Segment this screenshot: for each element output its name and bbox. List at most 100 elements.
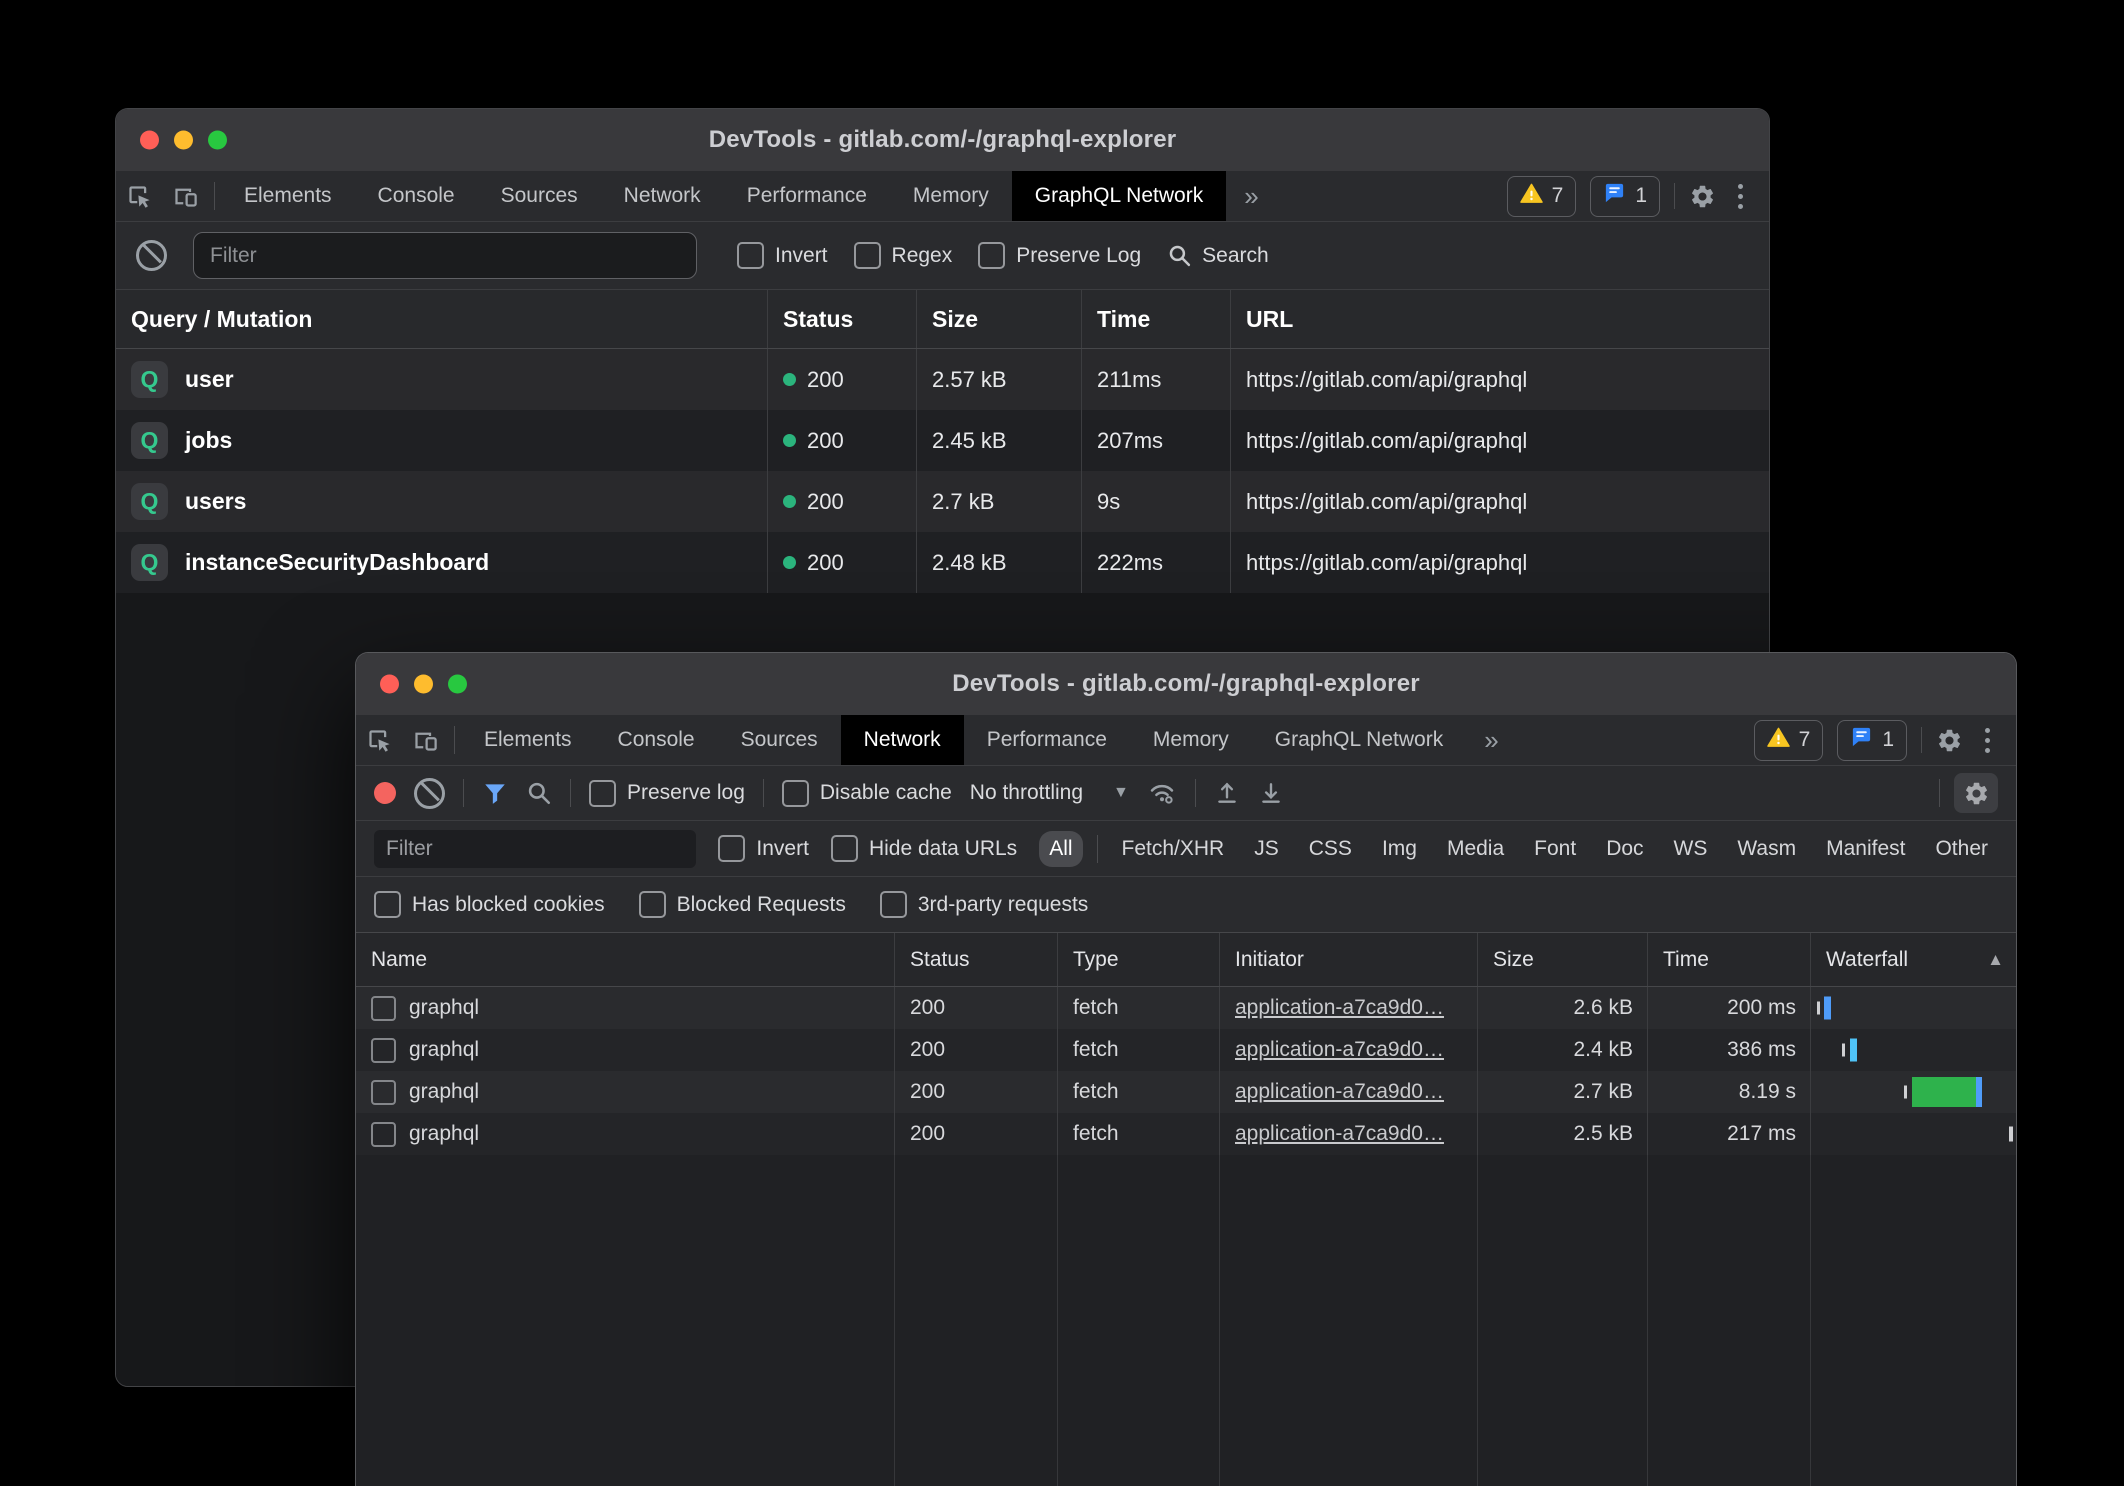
type-filter-font[interactable]: Font: [1524, 831, 1586, 867]
table-row[interactable]: graphql 200 fetch application-a7ca9d0… 2…: [356, 1113, 2016, 1155]
type-filter-media[interactable]: Media: [1437, 831, 1514, 867]
throttling-select[interactable]: No throttling ▼: [970, 781, 1129, 805]
invert-checkbox[interactable]: Invert: [718, 835, 809, 862]
table-row[interactable]: graphql 200 fetch application-a7ca9d0… 2…: [356, 1071, 2016, 1113]
device-toolbar-icon[interactable]: [162, 171, 208, 221]
initiator-link[interactable]: application-a7ca9d0…: [1235, 1122, 1444, 1146]
close-button[interactable]: [380, 675, 399, 694]
type-filter-other[interactable]: Other: [1925, 831, 1998, 867]
issues-badge[interactable]: 1: [1590, 176, 1660, 217]
table-row[interactable]: QinstanceSecurityDashboard 200 2.48 kB 2…: [116, 532, 1769, 593]
tab-elements[interactable]: Elements: [461, 715, 595, 765]
device-toolbar-icon[interactable]: [402, 715, 448, 765]
has-blocked-cookies-checkbox[interactable]: Has blocked cookies: [374, 891, 605, 918]
column-header-time[interactable]: Time: [1648, 933, 1811, 986]
type-filter-ws[interactable]: WS: [1664, 831, 1718, 867]
type-filter-fetch-xhr[interactable]: Fetch/XHR: [1112, 831, 1235, 867]
titlebar[interactable]: DevTools - gitlab.com/-/graphql-explorer: [356, 653, 2016, 715]
table-row[interactable]: Quser 200 2.57 kB 211ms https://gitlab.c…: [116, 349, 1769, 410]
clear-icon[interactable]: [414, 778, 445, 809]
initiator-link[interactable]: application-a7ca9d0…: [1235, 1080, 1444, 1104]
tab-console[interactable]: Console: [355, 171, 478, 221]
import-har-icon[interactable]: [1214, 780, 1240, 806]
type-filter-js[interactable]: JS: [1244, 831, 1289, 867]
export-har-icon[interactable]: [1258, 780, 1284, 806]
inspect-element-icon[interactable]: [356, 715, 402, 765]
table-row[interactable]: graphql 200 fetch application-a7ca9d0… 2…: [356, 987, 2016, 1029]
type-filter-css[interactable]: CSS: [1299, 831, 1362, 867]
column-header-initiator[interactable]: Initiator: [1220, 933, 1478, 986]
tab-graphql-network[interactable]: GraphQL Network: [1252, 715, 1466, 765]
initiator-link[interactable]: application-a7ca9d0…: [1235, 1038, 1444, 1062]
settings-gear-icon[interactable]: [1936, 727, 1963, 754]
column-header-type[interactable]: Type: [1058, 933, 1220, 986]
filter-input[interactable]: [374, 830, 696, 868]
column-header-size[interactable]: Size: [1478, 933, 1648, 986]
column-header-waterfall[interactable]: Waterfall ▲: [1811, 933, 2016, 986]
blocked-requests-checkbox[interactable]: Blocked Requests: [639, 891, 846, 918]
warnings-badge[interactable]: 7: [1507, 176, 1577, 217]
clear-icon[interactable]: [136, 240, 167, 271]
type-filter-manifest[interactable]: Manifest: [1816, 831, 1915, 867]
invert-checkbox[interactable]: Invert: [737, 242, 828, 269]
column-header-size[interactable]: Size: [917, 290, 1082, 348]
row-checkbox[interactable]: [371, 1080, 396, 1105]
inspect-element-icon[interactable]: [116, 171, 162, 221]
network-conditions-icon[interactable]: [1147, 778, 1177, 808]
initiator-link[interactable]: application-a7ca9d0…: [1235, 996, 1444, 1020]
tab-console[interactable]: Console: [595, 715, 718, 765]
tab-performance[interactable]: Performance: [724, 171, 890, 221]
filter-funnel-icon[interactable]: [482, 780, 508, 806]
type-filter-wasm[interactable]: Wasm: [1727, 831, 1806, 867]
column-header-status[interactable]: Status: [768, 290, 917, 348]
disable-cache-checkbox[interactable]: Disable cache: [782, 780, 952, 807]
tab-network[interactable]: Network: [841, 715, 964, 765]
tab-memory[interactable]: Memory: [890, 171, 1012, 221]
tab-sources[interactable]: Sources: [478, 171, 601, 221]
warnings-badge[interactable]: 7: [1754, 720, 1824, 761]
type-filter-all[interactable]: All: [1039, 831, 1082, 867]
column-header-name[interactable]: Name: [356, 933, 895, 986]
preserve-log-checkbox[interactable]: Preserve log: [589, 780, 745, 807]
search-icon[interactable]: [526, 780, 552, 806]
network-settings-gear-icon[interactable]: [1954, 773, 1998, 813]
settings-gear-icon[interactable]: [1689, 183, 1716, 210]
table-row[interactable]: Qusers 200 2.7 kB 9s https://gitlab.com/…: [116, 471, 1769, 532]
tab-graphql-network[interactable]: GraphQL Network: [1012, 171, 1226, 221]
third-party-requests-checkbox[interactable]: 3rd-party requests: [880, 891, 1088, 918]
regex-checkbox[interactable]: Regex: [854, 242, 953, 269]
row-checkbox[interactable]: [371, 1122, 396, 1147]
minimize-button[interactable]: [414, 675, 433, 694]
type-filter-doc[interactable]: Doc: [1596, 831, 1653, 867]
column-header-url[interactable]: URL: [1231, 290, 1769, 348]
zoom-button[interactable]: [208, 131, 227, 150]
minimize-button[interactable]: [174, 131, 193, 150]
kebab-menu-icon[interactable]: [1977, 728, 1998, 753]
issues-badge[interactable]: 1: [1837, 720, 1907, 761]
column-header-query[interactable]: Query / Mutation: [116, 290, 768, 348]
column-header-status[interactable]: Status: [895, 933, 1058, 986]
hide-data-urls-checkbox[interactable]: Hide data URLs: [831, 835, 1017, 862]
tab-memory[interactable]: Memory: [1130, 715, 1252, 765]
tab-network[interactable]: Network: [601, 171, 724, 221]
more-tabs-icon[interactable]: »: [1226, 171, 1276, 221]
tab-sources[interactable]: Sources: [718, 715, 841, 765]
close-button[interactable]: [140, 131, 159, 150]
row-checkbox[interactable]: [371, 1038, 396, 1063]
zoom-button[interactable]: [448, 675, 467, 694]
kebab-menu-icon[interactable]: [1730, 184, 1751, 209]
record-button[interactable]: [374, 782, 396, 804]
filter-input[interactable]: [193, 232, 697, 279]
preserve-log-checkbox[interactable]: Preserve Log: [978, 242, 1141, 269]
row-checkbox[interactable]: [371, 996, 396, 1021]
type-filter-img[interactable]: Img: [1372, 831, 1427, 867]
tab-elements[interactable]: Elements: [221, 171, 355, 221]
tab-performance[interactable]: Performance: [964, 715, 1130, 765]
window-title: DevTools - gitlab.com/-/graphql-explorer: [952, 670, 1420, 698]
search-button[interactable]: Search: [1167, 243, 1269, 268]
titlebar[interactable]: DevTools - gitlab.com/-/graphql-explorer: [116, 109, 1769, 171]
table-row[interactable]: graphql 200 fetch application-a7ca9d0… 2…: [356, 1029, 2016, 1071]
more-tabs-icon[interactable]: »: [1466, 715, 1516, 765]
column-header-time[interactable]: Time: [1082, 290, 1231, 348]
table-row[interactable]: Qjobs 200 2.45 kB 207ms https://gitlab.c…: [116, 410, 1769, 471]
